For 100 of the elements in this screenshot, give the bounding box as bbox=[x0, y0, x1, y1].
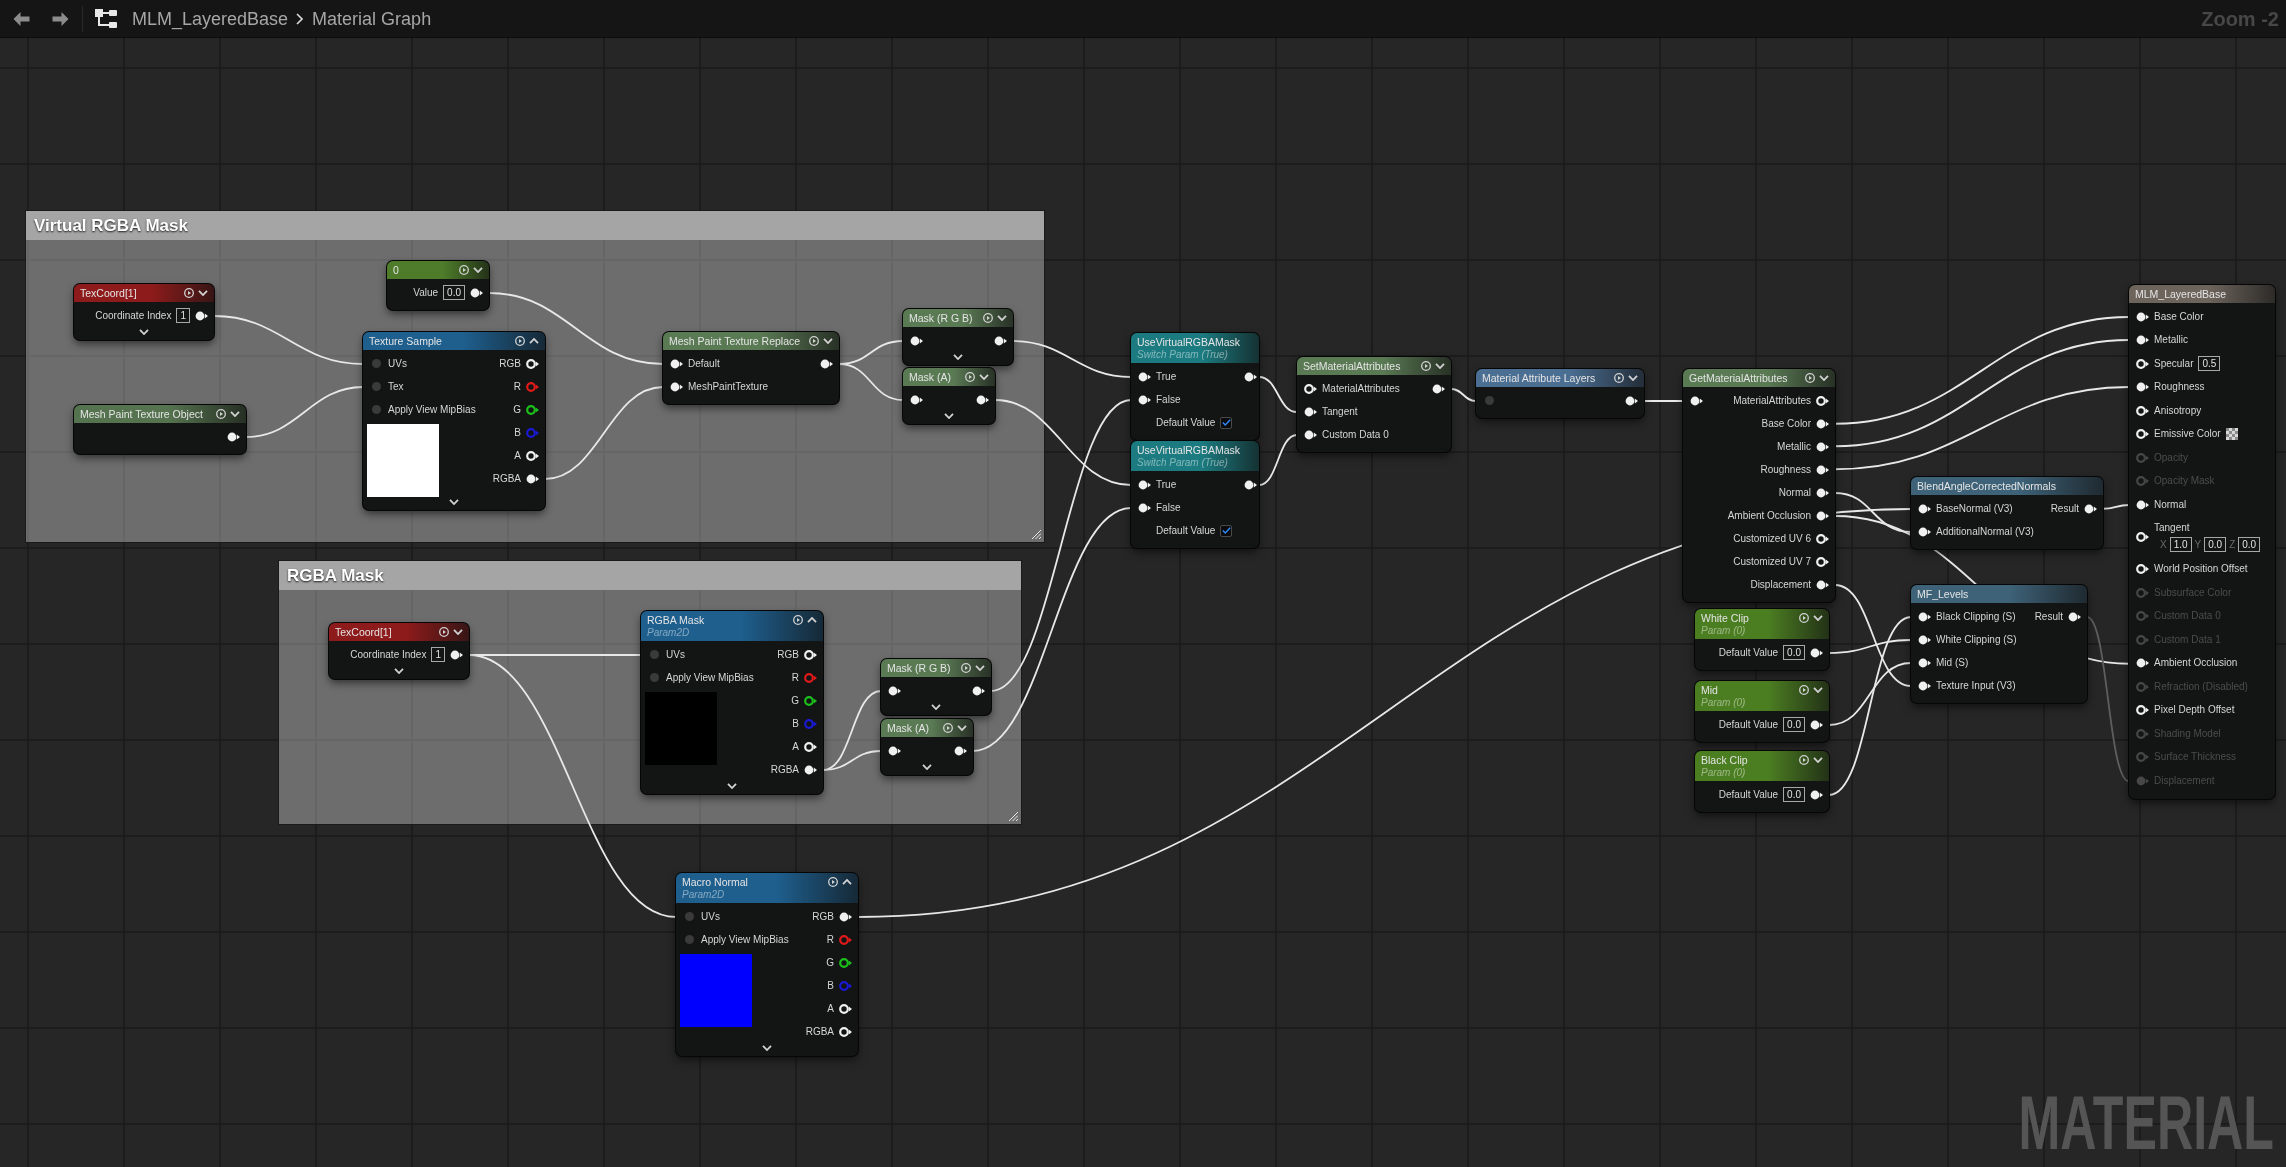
chevron-down-icon[interactable] bbox=[931, 704, 941, 710]
value-field[interactable]: 0.0 bbox=[443, 285, 465, 300]
graph-node[interactable]: TexCoord[1] Coordinate Index 1 bbox=[74, 284, 214, 340]
graph-node[interactable]: Mask (R G B) bbox=[881, 659, 991, 715]
pin-icon[interactable] bbox=[1138, 394, 1151, 405]
pin-icon[interactable] bbox=[839, 911, 852, 922]
play-circle-icon[interactable] bbox=[515, 336, 525, 346]
play-circle-icon[interactable] bbox=[983, 313, 993, 323]
play-circle-icon[interactable] bbox=[1421, 361, 1431, 371]
pin-icon[interactable] bbox=[804, 695, 817, 706]
play-circle-icon[interactable] bbox=[216, 409, 226, 419]
pin-icon[interactable] bbox=[526, 358, 539, 369]
pin-icon[interactable] bbox=[1304, 406, 1317, 417]
pin-icon[interactable] bbox=[1918, 503, 1931, 514]
graph-node[interactable]: GetMaterialAttributes MaterialAttributes Base Color Metallic Roughness Normal Ambient Occlusion Customized UV 6 Customized UV 7 Displacement bbox=[1683, 369, 1835, 602]
pin-icon[interactable] bbox=[1304, 429, 1317, 440]
graph-node[interactable]: Mask (A) bbox=[881, 719, 973, 775]
back-arrow-icon[interactable] bbox=[13, 11, 30, 26]
chevron-down-icon[interactable] bbox=[1813, 615, 1823, 621]
pin-icon[interactable] bbox=[2068, 611, 2081, 622]
checker-swatch-icon[interactable] bbox=[2225, 428, 2238, 441]
graph-node[interactable]: White Clip Param (0) Default Value 0.0 bbox=[1695, 609, 1829, 670]
graph-node[interactable] bbox=[2129, 285, 2275, 799]
chevron-down-icon[interactable] bbox=[198, 290, 208, 296]
chevron-down-icon[interactable] bbox=[727, 783, 737, 789]
chevron-down-icon[interactable] bbox=[473, 267, 483, 273]
play-circle-icon[interactable] bbox=[793, 615, 803, 625]
chevron-up-icon[interactable] bbox=[529, 338, 539, 344]
play-circle-icon[interactable] bbox=[828, 877, 838, 887]
pin-icon[interactable] bbox=[910, 394, 923, 405]
pin-icon[interactable] bbox=[1810, 789, 1823, 800]
graph-node[interactable]: Black Clip Param (0) Default Value 0.0 bbox=[1695, 751, 1829, 812]
pin-icon[interactable] bbox=[526, 473, 539, 484]
pin-icon[interactable] bbox=[1918, 526, 1931, 537]
pin-icon[interactable] bbox=[1816, 441, 1829, 452]
value-field[interactable]: 1 bbox=[431, 647, 445, 662]
graph-node[interactable]: UseVirtualRGBAMask Switch Param (True) True False Default Value bbox=[1131, 333, 1259, 440]
pin-icon[interactable] bbox=[1432, 383, 1445, 394]
pin-icon[interactable] bbox=[470, 287, 483, 298]
resize-grip-icon[interactable] bbox=[1009, 812, 1018, 821]
chevron-down-icon[interactable] bbox=[1819, 375, 1829, 381]
value-field[interactable]: 0.5 bbox=[2198, 356, 2221, 372]
chevron-down-icon[interactable] bbox=[1813, 687, 1823, 693]
chevron-up-icon[interactable] bbox=[842, 879, 852, 885]
pin-icon[interactable] bbox=[1810, 647, 1823, 658]
pin-icon[interactable] bbox=[972, 685, 985, 696]
pin-icon[interactable] bbox=[1244, 371, 1258, 382]
pin-icon[interactable] bbox=[1138, 502, 1151, 513]
pin-icon[interactable] bbox=[2136, 358, 2149, 369]
play-circle-icon[interactable] bbox=[1805, 373, 1815, 383]
graph-node[interactable]: Mid Param (0) Default Value 0.0 bbox=[1695, 681, 1829, 742]
graph-node[interactable]: Mesh Paint Texture Replace Default MeshPaintTexture bbox=[663, 332, 839, 404]
pin-icon[interactable] bbox=[804, 741, 817, 752]
graph-node[interactable]: Mask (R G B) bbox=[903, 309, 1013, 365]
pin-icon[interactable] bbox=[1816, 510, 1829, 521]
value-field[interactable]: 1 bbox=[176, 308, 190, 323]
checkbox[interactable] bbox=[1220, 416, 1233, 429]
pin-icon[interactable] bbox=[1625, 395, 1638, 406]
pin-icon[interactable] bbox=[670, 381, 683, 392]
pin-icon[interactable] bbox=[2136, 532, 2149, 542]
pin-icon[interactable] bbox=[1816, 395, 1829, 406]
chevron-down-icon[interactable] bbox=[139, 329, 149, 335]
pin-icon[interactable] bbox=[1918, 611, 1931, 622]
chevron-down-icon[interactable] bbox=[975, 665, 985, 671]
pin-icon[interactable] bbox=[227, 431, 240, 442]
pin-icon[interactable] bbox=[839, 1026, 852, 1037]
chevron-down-icon[interactable] bbox=[922, 764, 932, 770]
chevron-down-icon[interactable] bbox=[979, 374, 989, 380]
chevron-down-icon[interactable] bbox=[449, 499, 459, 505]
pin-icon[interactable] bbox=[2136, 499, 2149, 510]
pin-icon[interactable] bbox=[994, 335, 1007, 346]
pin-icon[interactable] bbox=[1304, 383, 1317, 394]
graph-node[interactable]: Mask (A) bbox=[903, 368, 995, 424]
pin-icon[interactable] bbox=[888, 745, 901, 756]
pin-icon[interactable] bbox=[1918, 680, 1931, 691]
graph-node[interactable]: Macro Normal Param2D UVs Apply View MipBias RGB R G B A RGBA bbox=[676, 873, 858, 1056]
graph-node[interactable]: 0 Value 0.0 bbox=[387, 261, 489, 310]
chevron-up-icon[interactable] bbox=[807, 617, 817, 623]
pin-icon[interactable] bbox=[1138, 371, 1151, 382]
chevron-down-icon[interactable] bbox=[230, 411, 240, 417]
pin-icon[interactable] bbox=[976, 394, 989, 405]
pin-icon[interactable] bbox=[2136, 405, 2149, 416]
graph-node[interactable]: Texture Sample UVs Tex Apply View MipBias RGB R G B A RGBA bbox=[363, 332, 545, 510]
pin-icon[interactable] bbox=[195, 310, 208, 321]
graph-node[interactable]: Material Attribute Layers bbox=[1476, 369, 1644, 418]
graph-node[interactable]: TexCoord[1] Coordinate Index 1 bbox=[329, 623, 469, 679]
play-circle-icon[interactable] bbox=[184, 288, 194, 298]
pin-icon[interactable] bbox=[954, 745, 967, 756]
breadcrumb-item[interactable]: MLM_LayeredBase bbox=[132, 7, 289, 30]
graph-node[interactable]: Mesh Paint Texture Object bbox=[74, 405, 246, 454]
pin-icon[interactable] bbox=[910, 335, 923, 346]
pin-icon[interactable] bbox=[1816, 487, 1829, 498]
pin-icon[interactable] bbox=[670, 358, 683, 369]
graph-node[interactable]: MF_Levels Black Clipping (S) White Clipping (S) Mid (S) Texture Input (V3) Result bbox=[1911, 585, 2087, 703]
chevron-down-icon[interactable] bbox=[453, 629, 463, 635]
chevron-down-icon[interactable] bbox=[823, 338, 833, 344]
resize-grip-icon[interactable] bbox=[1032, 530, 1041, 539]
breadcrumb-item[interactable]: Material Graph bbox=[312, 7, 432, 30]
pin-icon[interactable] bbox=[1816, 464, 1829, 475]
play-circle-icon[interactable] bbox=[1799, 755, 1809, 765]
